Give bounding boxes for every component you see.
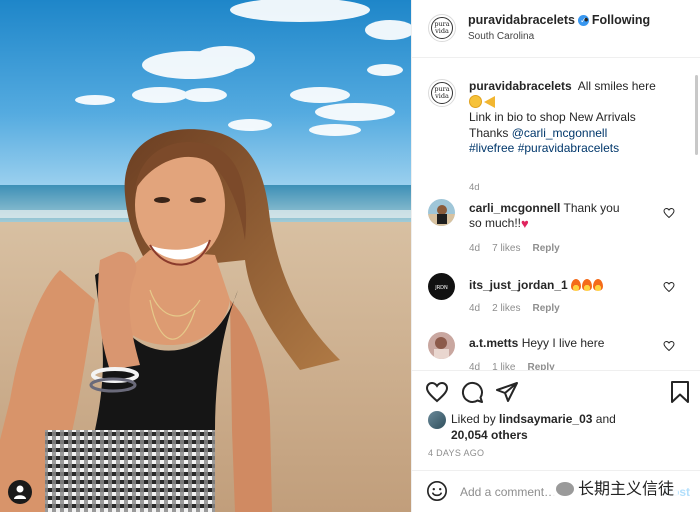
red-heart-emoji-icon: ♥ [521,216,529,231]
mention-link[interactable]: @carli_mcgonnell [512,126,608,140]
liked-by-text: Liked by lindsaymarie_03 and 20,054 othe… [451,412,616,442]
follow-status-button[interactable]: • Following [584,13,650,27]
comment-text: its_just_jordan_1 [469,278,634,293]
reply-button[interactable]: Reply [532,303,559,314]
likes-count[interactable]: 20,054 others [451,428,528,442]
share-icon[interactable] [495,380,519,404]
comment-time[interactable]: 4d [469,243,480,254]
liked-by-avatar[interactable] [428,411,446,429]
caption-timestamp[interactable]: 4d [469,182,480,193]
sun-emoji-icon [469,94,482,108]
comment-text: a.t.metts Heyy I live here [469,336,605,350]
comment-meta: 4d 2 likes Reply [469,303,560,314]
like-comment-heart-icon[interactable] [663,207,675,219]
bookmark-icon[interactable] [668,380,692,404]
header-username[interactable]: puravidabracelets ✓ [468,13,589,27]
beach-photo [0,0,411,512]
comment-time[interactable]: 4d [469,303,480,314]
smile-icon[interactable] [426,480,448,502]
comment-meta: 4d 7 likes Reply [469,243,560,254]
fire-emoji-icon [571,279,582,291]
like-comment-heart-icon[interactable] [663,281,675,293]
comment-likes[interactable]: 7 likes [492,243,520,254]
comment-time[interactable]: 4d [469,362,480,370]
fire-emoji-icon [593,279,604,291]
comment-text: carli_mcgonnell Thank you so much!!♥ [469,201,620,231]
commenter-avatar[interactable] [428,332,455,359]
comment-username[interactable]: its_just_jordan_1 [469,278,568,292]
tagged-user-icon[interactable] [8,480,32,504]
comment-likes[interactable]: 2 likes [492,303,520,314]
fire-emoji-icon [582,279,593,291]
pura-vida-logo: pura vida [431,17,453,39]
location-link[interactable]: South Carolina [468,31,534,42]
comment-icon[interactable] [460,380,484,404]
reply-button[interactable]: Reply [527,362,554,370]
wechat-icon [556,482,574,496]
posted-date[interactable]: 4 DAYS AGO [428,448,484,458]
post-photo[interactable] [0,0,411,512]
hashtag-livefree[interactable]: #livefree [469,141,514,155]
reply-button[interactable]: Reply [532,243,559,254]
post-details-panel: pura vida puravidabracelets ✓ • Following … [411,0,700,512]
caption-text: puravidabracelets All smiles here Link i… [469,79,656,155]
like-comment-heart-icon[interactable] [663,340,675,352]
watermark: 长期主义信徒 [552,473,679,501]
pura-vida-logo: pura vida [431,82,453,104]
comment-username[interactable]: a.t.metts [469,336,518,350]
comment-likes[interactable]: 1 like [492,362,515,370]
heart-icon[interactable] [425,380,449,404]
svg-text:JRDN: JRDN [434,285,448,291]
caption-username[interactable]: puravidabracelets [469,79,572,93]
comment-meta: 4d 1 like Reply [469,362,555,370]
account-avatar[interactable]: pura vida [428,14,456,42]
commenter-avatar[interactable]: JRDN [428,273,455,300]
hashtag-puravidabracelets[interactable]: #puravidabracelets [518,141,619,155]
comments-scroll-area[interactable]: pura vida puravidabracelets All smiles he… [412,59,700,370]
caption-avatar[interactable]: pura vida [428,79,456,107]
comments-scrollbar[interactable] [695,75,698,155]
comment-username[interactable]: carli_mcgonnell [469,201,560,215]
liked-by-user[interactable]: lindsaymarie_03 [499,412,592,426]
commenter-avatar[interactable] [428,199,455,226]
post-actions: Liked by lindsaymarie_03 and 20,054 othe… [412,370,700,470]
add-comment-bar: Post 长期主义信徒 [412,470,700,512]
megaphone-emoji-icon [484,95,495,108]
post-header: pura vida puravidabracelets ✓ • Following … [412,0,700,58]
